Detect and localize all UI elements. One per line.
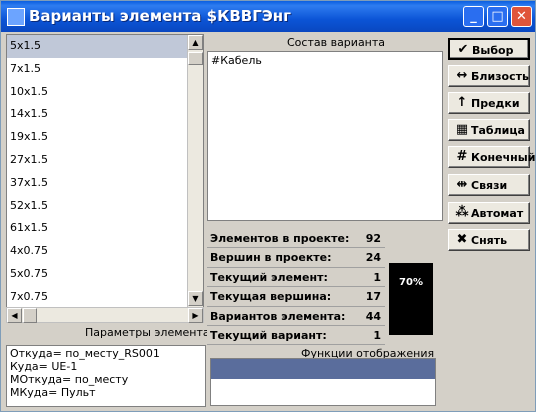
stat-label: Элементов в проекте: — [210, 232, 350, 245]
button-label: Близость — [471, 70, 529, 83]
display-functions-panel[interactable] — [210, 358, 436, 406]
stat-value: 1 — [373, 328, 381, 342]
stats-panel: Элементов в проекте: 92 Вершин в проекте… — [207, 229, 385, 346]
param-line: МКуда= Пульт — [10, 386, 96, 399]
remove-icon: ✖ — [456, 232, 468, 247]
variant-list-item[interactable]: 61x1.5 — [7, 217, 203, 240]
scroll-up-icon[interactable]: ▲ — [188, 35, 203, 50]
stat-value: 44 — [365, 309, 381, 323]
button-links[interactable]: ⇹ Связи — [448, 174, 530, 196]
variants-window: Варианты элемента $КВВГЭнг _ □ ✕ 5x1.5 7x… — [0, 0, 536, 412]
stat-label: Текущий элемент: — [210, 270, 328, 284]
variant-list-item[interactable]: 52x1.5 — [7, 195, 203, 218]
scroll-left-icon[interactable]: ◀ — [7, 308, 22, 323]
stat-label: Текущий вариант: — [210, 328, 327, 342]
button-label: Конечный — [471, 151, 536, 164]
title-bar: Варианты элемента $КВВГЭнг _ □ ✕ — [1, 1, 535, 32]
window-title: Варианты элемента $КВВГЭнг — [29, 7, 291, 25]
stat-value: 17 — [365, 290, 381, 304]
vertical-scrollbar[interactable]: ▲ ▼ — [187, 35, 203, 321]
app-icon — [7, 8, 25, 26]
variant-list-item[interactable]: 5x0.75 — [7, 263, 203, 286]
up-arrow-icon: ↑ — [456, 95, 468, 110]
check-icon: ✔ — [457, 42, 469, 57]
param-line: МОткуда= по_месту — [10, 373, 129, 386]
stat-label: Вариантов элемента: — [210, 309, 346, 323]
auto-icon: ⁂ — [455, 205, 469, 220]
table-icon: ▦ — [455, 122, 469, 137]
stat-value: 1 — [373, 270, 381, 284]
button-check[interactable]: ✔ Выбор — [448, 38, 530, 60]
stat-element-variants: Вариантов элемента: 44 — [207, 306, 385, 326]
variant-list-item[interactable]: 4x0.75 — [7, 240, 203, 263]
button-hash[interactable]: # Конечный — [448, 146, 535, 168]
button-label: Связи — [471, 179, 508, 192]
horizontal-scrollbar[interactable]: ◀ ▶ — [6, 307, 204, 323]
hscroll-thumb[interactable] — [23, 308, 37, 323]
params-panel: Откуда= по_месту_RS001 Куда= UE-1 МОткуд… — [6, 345, 206, 407]
variant-list-item[interactable]: 5x1.5 — [7, 35, 203, 58]
param-line: Куда= UE-1 — [10, 360, 78, 373]
button-table[interactable]: ▦ Таблица — [448, 119, 530, 141]
button-label: Таблица — [471, 124, 525, 137]
display-functions-selected-row[interactable] — [211, 359, 435, 379]
maximize-button[interactable]: □ — [487, 6, 508, 27]
button-remove[interactable]: ✖ Снять — [448, 229, 530, 251]
variant-list-item[interactable]: 27x1.5 — [7, 149, 203, 172]
proximity-icon: ↔ — [456, 68, 468, 83]
variant-list-item[interactable]: 37x1.5 — [7, 172, 203, 195]
stat-current-element: Текущий элемент: 1 — [207, 267, 385, 288]
composition-panel[interactable]: #Кабель — [207, 51, 443, 221]
variants-listbox[interactable]: 5x1.5 7x1.5 10x1.5 14x1.5 19x1.5 27x1.5 37x1.5… — [6, 34, 204, 322]
composition-line: #Кабель — [211, 54, 262, 67]
param-line: Откуда= по_месту_RS001 — [10, 347, 160, 360]
button-label: Выбор — [472, 44, 514, 57]
params-header: Параметры элемента — [85, 326, 210, 339]
button-auto[interactable]: ⁂ Автомат — [448, 202, 530, 224]
close-button[interactable]: ✕ — [511, 6, 532, 27]
scroll-right-icon[interactable]: ▶ — [188, 308, 203, 323]
scroll-down-icon[interactable]: ▼ — [188, 291, 203, 306]
hash-icon: # — [456, 149, 468, 164]
button-label: Снять — [471, 234, 508, 247]
stat-label: Текущая вершина: — [210, 290, 332, 304]
button-up-arrow[interactable]: ↑ Предки — [448, 92, 530, 114]
variant-list-item[interactable]: 10x1.5 — [7, 81, 203, 104]
button-label: Предки — [471, 97, 520, 110]
scroll-thumb[interactable] — [188, 52, 203, 65]
variant-list-item[interactable]: 7x0.75 — [7, 286, 203, 309]
variant-list-item[interactable]: 14x1.5 — [7, 103, 203, 126]
composition-header: Состав варианта — [287, 36, 386, 49]
stat-vertices-in-project: Вершин в проекте: 24 — [207, 248, 385, 268]
stat-value: 92 — [365, 232, 381, 245]
stat-current-variant: Текущий вариант: 1 — [207, 325, 385, 346]
stat-value: 24 — [365, 251, 381, 265]
variant-list-item[interactable]: 7x1.5 — [7, 58, 203, 81]
minimize-button[interactable]: _ — [463, 6, 484, 27]
variant-list-item[interactable]: 19x1.5 — [7, 126, 203, 149]
button-proximity[interactable]: ↔ Близость — [448, 65, 530, 87]
progress-indicator: 70% — [389, 263, 433, 335]
stat-current-vertex: Текущая вершина: 17 — [207, 287, 385, 307]
links-icon: ⇹ — [456, 177, 468, 192]
progress-label: 70% — [399, 277, 423, 288]
stat-elements-in-project: Элементов в проекте: 92 — [207, 229, 385, 249]
button-label: Автомат — [471, 207, 524, 220]
stat-label: Вершин в проекте: — [210, 251, 332, 265]
